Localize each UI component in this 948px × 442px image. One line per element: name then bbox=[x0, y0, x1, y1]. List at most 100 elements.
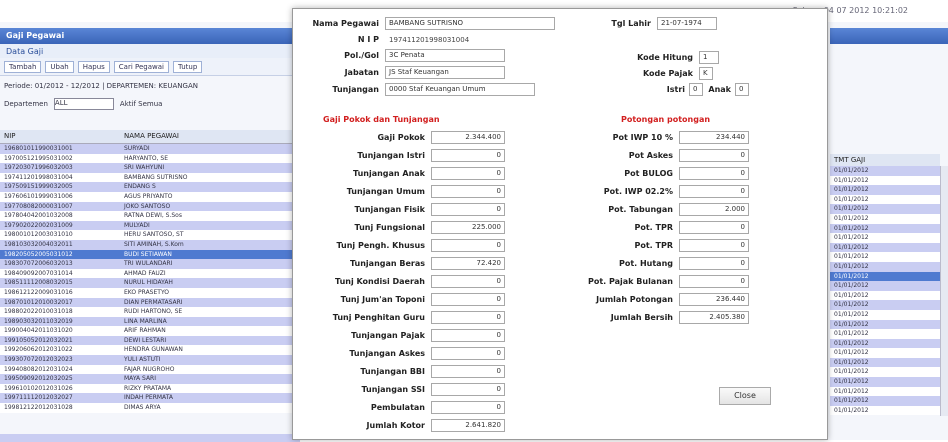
table-row[interactable]: 01/01/2012 bbox=[830, 309, 940, 320]
table-row[interactable]: 199206062012031022 HENDRA GUNAWAN bbox=[0, 345, 300, 356]
table-row[interactable]: 197005121995031002 HARYANTO, SE bbox=[0, 153, 300, 164]
income-value[interactable]: 0 bbox=[431, 167, 505, 180]
right-scrollbar[interactable] bbox=[940, 166, 948, 416]
table-row[interactable]: 01/01/2012 bbox=[830, 386, 940, 397]
table-row[interactable]: 01/01/2012 bbox=[830, 261, 940, 272]
kode-hitung-field[interactable]: 1 bbox=[699, 51, 719, 64]
close-dialog-button[interactable]: Close bbox=[719, 387, 771, 405]
deduction-value[interactable]: 0 bbox=[679, 149, 749, 162]
table-row[interactable]: 01/01/2012 bbox=[830, 204, 940, 214]
table-row[interactable]: 197203071996032003 SRI WAHYUNI bbox=[0, 163, 300, 173]
table-row[interactable]: 01/01/2012 bbox=[830, 271, 940, 282]
table-row[interactable]: 01/01/2012 bbox=[830, 281, 940, 291]
pol-gol-field[interactable]: 3C Penata bbox=[385, 49, 505, 62]
table-row[interactable]: 198612122009031016 EKO PRASETYO bbox=[0, 287, 300, 298]
status-options[interactable]: Aktif Semua bbox=[120, 100, 163, 108]
income-value[interactable]: 0 bbox=[431, 329, 505, 342]
table-row[interactable]: 01/01/2012 bbox=[830, 213, 940, 224]
income-value[interactable]: 0 bbox=[431, 203, 505, 216]
table-row[interactable]: 01/01/2012 bbox=[830, 194, 940, 205]
table-row[interactable]: 198701012010032017 DIAN PERMATASARI bbox=[0, 297, 300, 308]
table-row[interactable]: 01/01/2012 bbox=[830, 338, 940, 349]
tgl-lahir-field[interactable]: 21-07-1974 bbox=[657, 17, 717, 30]
income-value[interactable]: 0 bbox=[431, 347, 505, 360]
table-row[interactable]: 198001012003031010 HERU SANTOSO, ST bbox=[0, 230, 300, 240]
table-row[interactable]: 197708082000031007 JOKO SANTOSO bbox=[0, 201, 300, 212]
income-value[interactable]: 0 bbox=[431, 239, 505, 252]
table-row[interactable]: 198511112008032015 NURUL HIDAYAH bbox=[0, 278, 300, 288]
income-value[interactable]: 0 bbox=[431, 149, 505, 162]
income-value[interactable]: 0 bbox=[431, 275, 505, 288]
income-value[interactable]: 0 bbox=[431, 383, 505, 396]
income-value[interactable]: 0 bbox=[431, 365, 505, 378]
table-row[interactable]: 01/01/2012 bbox=[830, 223, 940, 234]
table-row[interactable]: 199509092012032025 MAYA SARI bbox=[0, 374, 300, 384]
deduction-value[interactable]: 0 bbox=[679, 221, 749, 234]
table-row[interactable]: 01/01/2012 bbox=[830, 396, 940, 406]
delete-button[interactable]: Hapus bbox=[77, 60, 110, 73]
deduction-value[interactable]: 234.440 bbox=[679, 131, 749, 144]
table-row[interactable]: 199812122012031028 DIMAS ARYA bbox=[0, 403, 300, 413]
jabatan-field[interactable]: JS Staf Keuangan bbox=[385, 66, 505, 79]
deduction-value[interactable]: 2.000 bbox=[679, 203, 749, 216]
income-value[interactable]: 2.641.820 bbox=[431, 419, 505, 432]
table-row[interactable]: 01/01/2012 bbox=[830, 367, 940, 378]
anak-field[interactable]: 0 bbox=[735, 83, 749, 96]
income-value[interactable]: 0 bbox=[431, 185, 505, 198]
table-row[interactable]: 01/01/2012 bbox=[830, 185, 940, 195]
table-row[interactable]: 199408082012031024 FAJAR NUGROHO bbox=[0, 364, 300, 375]
income-value[interactable]: 225.000 bbox=[431, 221, 505, 234]
kode-pajak-field[interactable]: K bbox=[699, 67, 713, 80]
table-row[interactable]: 197606101999031006 AGUS PRIYANTO bbox=[0, 191, 300, 202]
income-value[interactable]: 2.344.400 bbox=[431, 131, 505, 144]
nama-field[interactable]: BAMBANG SUTRISNO bbox=[385, 17, 555, 30]
table-row[interactable]: 198103032004032011 SITI AMINAH, S.Kom bbox=[0, 239, 300, 250]
table-row[interactable]: 197411201998031004 BAMBANG SUTRISNO bbox=[0, 172, 300, 183]
right-grid-header[interactable]: TMT GAJI bbox=[830, 154, 940, 166]
table-row[interactable]: 198205052005031012 BUDI SETIAWAN bbox=[0, 249, 300, 260]
table-row[interactable]: 01/01/2012 bbox=[830, 348, 940, 358]
deduction-value[interactable]: 0 bbox=[679, 239, 749, 252]
table-row[interactable]: 01/01/2012 bbox=[830, 319, 940, 330]
add-button[interactable]: Tambah bbox=[4, 60, 42, 73]
table-row[interactable]: 198307072006032013 TRI WULANDARI bbox=[0, 259, 300, 269]
table-row[interactable]: 01/01/2012 bbox=[830, 252, 940, 262]
table-row[interactable]: 01/01/2012 bbox=[830, 300, 940, 310]
table-row[interactable]: 01/01/2012 bbox=[830, 405, 940, 416]
deduction-value[interactable]: 0 bbox=[679, 257, 749, 270]
table-row[interactable]: 199105052012032021 DEWI LESTARI bbox=[0, 335, 300, 346]
income-value[interactable]: 72.420 bbox=[431, 257, 505, 270]
table-row[interactable]: 198409092007031014 AHMAD FAUZI bbox=[0, 268, 300, 279]
col-nama[interactable]: NAMA PEGAWAI bbox=[120, 130, 280, 143]
table-row[interactable]: 198903032011032019 LINA MARLINA bbox=[0, 316, 300, 327]
table-row[interactable]: 01/01/2012 bbox=[830, 166, 940, 176]
table-row[interactable]: 01/01/2012 bbox=[830, 357, 940, 368]
table-row[interactable]: 197902022002031009 MULYADI bbox=[0, 220, 300, 231]
table-row[interactable]: 199610102012031026 RIZKY PRATAMA bbox=[0, 383, 300, 394]
table-row[interactable]: 197509151999032005 ENDANG S bbox=[0, 182, 300, 192]
table-row[interactable]: 01/01/2012 bbox=[830, 329, 940, 339]
table-row[interactable]: 196801011990031001 SURYADI bbox=[0, 144, 300, 154]
income-value[interactable]: 0 bbox=[431, 311, 505, 324]
table-row[interactable]: 197804042001032008 RATNA DEWI, S.Sos bbox=[0, 211, 300, 221]
table-row[interactable]: 01/01/2012 bbox=[830, 233, 940, 243]
table-row[interactable]: 01/01/2012 bbox=[830, 175, 940, 186]
table-row[interactable]: 198802022010031018 RUDI HARTONO, SE bbox=[0, 307, 300, 317]
tunjangan-field[interactable]: 0000 Staf Keuangan Umum bbox=[385, 83, 535, 96]
edit-button[interactable]: Ubah bbox=[45, 60, 74, 73]
income-value[interactable]: 0 bbox=[431, 401, 505, 414]
deduction-value[interactable]: 0 bbox=[679, 185, 749, 198]
income-value[interactable]: 0 bbox=[431, 293, 505, 306]
department-select[interactable]: ALL bbox=[53, 98, 114, 110]
search-employee-button[interactable]: Cari Pegawai bbox=[113, 60, 169, 73]
table-row[interactable]: 199307072012032023 YULI ASTUTI bbox=[0, 355, 300, 365]
deduction-value[interactable]: 0 bbox=[679, 275, 749, 288]
col-nip[interactable]: NIP bbox=[0, 130, 120, 143]
istri-field[interactable]: 0 bbox=[689, 83, 703, 96]
deduction-value[interactable]: 236.440 bbox=[679, 293, 749, 306]
deduction-value[interactable]: 2.405.380 bbox=[679, 311, 749, 324]
table-row[interactable]: 01/01/2012 bbox=[830, 242, 940, 253]
close-button[interactable]: Tutup bbox=[173, 60, 203, 73]
table-row[interactable]: 199004042011031020 ARIF RAHMAN bbox=[0, 326, 300, 336]
table-row[interactable]: 199711112012032027 INDAH PERMATA bbox=[0, 393, 300, 404]
